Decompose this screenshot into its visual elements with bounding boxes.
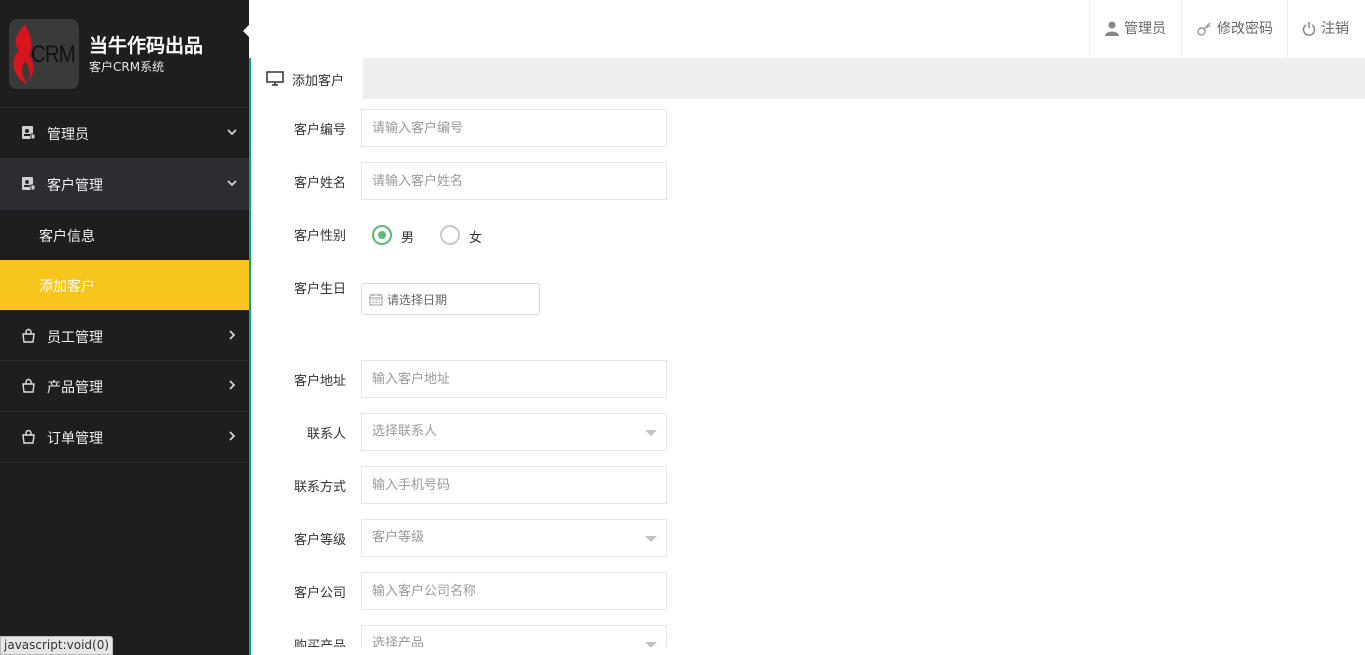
sidebar-item-label: 产品管理 — [47, 380, 103, 396]
field-label: 购买产品 — [293, 639, 346, 647]
user-icon — [1105, 21, 1119, 36]
form-row-level: 客户等级 客户等级 — [251, 519, 951, 557]
sidebar-item-label: 客户管理 — [47, 178, 103, 194]
form-row-gender: 客户性别 男 女 — [251, 215, 951, 253]
form-row-phone: 联系方式 — [251, 466, 951, 504]
sidebar-subitem-label: 客户信息 — [39, 229, 95, 245]
sidebar-item-label: 员工管理 — [47, 330, 103, 346]
chevron-down-icon — [227, 129, 237, 136]
customer-company-input[interactable] — [361, 572, 667, 610]
form-row-product: 购买产品 选择产品 — [251, 625, 951, 647]
admin-button[interactable]: 管理员 — [1089, 0, 1181, 58]
field-label: 联系人 — [306, 427, 346, 442]
caret-down-icon — [645, 430, 657, 436]
chevron-right-icon — [229, 330, 236, 340]
chevron-right-icon — [229, 380, 236, 390]
sidebar-item-orders[interactable]: 订单管理 — [0, 412, 249, 463]
power-icon — [1302, 22, 1316, 36]
sidebar-item-employees[interactable]: 员工管理 — [0, 310, 249, 361]
sidebar-subitem-label: 添加客户 — [39, 279, 95, 295]
monitor-icon — [266, 71, 284, 86]
customer-address-input[interactable] — [361, 360, 667, 398]
field-label: 客户公司 — [293, 586, 346, 601]
key-icon — [1197, 22, 1211, 36]
field-label: 客户生日 — [293, 282, 346, 297]
gender-option-label: 女 — [469, 231, 483, 246]
customer-name-input[interactable] — [361, 162, 667, 200]
form-row-address: 客户地址 — [251, 360, 951, 398]
logout-label: 注销 — [1321, 21, 1349, 37]
sidebar-subitem-customer-info[interactable]: 客户信息 — [0, 210, 249, 260]
sidebar: CRM 当牛作码出品 客户CRM系统 管理员 客户管理 客户信息 添加客户 员工… — [0, 0, 249, 655]
gender-radio-female[interactable] — [440, 225, 460, 245]
brand-header: CRM 当牛作码出品 客户CRM系统 — [0, 0, 249, 108]
sidebar-item-label: 订单管理 — [47, 431, 103, 447]
logo-text: CRM — [31, 41, 76, 68]
field-label: 联系方式 — [293, 480, 346, 495]
contact-select[interactable]: 选择联系人 — [361, 413, 667, 451]
field-label: 客户编号 — [293, 123, 346, 138]
form-row-birthday: 客户生日 请选择日期 — [251, 282, 951, 321]
field-label: 客户地址 — [293, 374, 346, 389]
form-row-code: 客户编号 — [251, 109, 951, 147]
tab-add-customer[interactable]: 添加客户 — [251, 58, 363, 99]
change-password-button[interactable]: 修改密码 — [1181, 0, 1287, 58]
sidebar-subitem-add-customer[interactable]: 添加客户 — [0, 260, 249, 310]
customer-code-input[interactable] — [361, 109, 667, 147]
tab-bar: 添加客户 — [251, 58, 1365, 99]
form-row-contact: 联系人 选择联系人 — [251, 413, 951, 451]
add-customer-form: 客户编号 客户姓名 客户性别 男 女 客户生日 请选择日期 客户地址 联系人 选… — [251, 99, 1365, 647]
basket-icon — [22, 328, 35, 343]
brand-title: 当牛作码出品 — [89, 35, 204, 57]
top-bar: 管理员 修改密码 注销 — [249, 0, 1365, 58]
change-password-label: 修改密码 — [1217, 21, 1273, 37]
logo: CRM — [9, 19, 79, 89]
form-row-company: 客户公司 — [251, 572, 951, 610]
basket-icon — [22, 429, 35, 444]
sidebar-item-label: 管理员 — [47, 127, 89, 143]
chevron-right-icon — [229, 431, 236, 441]
tab-label: 添加客户 — [292, 74, 345, 89]
basket-icon — [22, 378, 35, 393]
calendar-icon — [369, 293, 383, 306]
sidebar-item-admin[interactable]: 管理员 — [0, 108, 249, 159]
birthday-date-picker[interactable]: 请选择日期 — [361, 283, 540, 315]
caret-down-icon — [645, 536, 657, 542]
gender-radio-male[interactable] — [372, 225, 392, 245]
chevron-down-icon — [227, 180, 237, 187]
customer-level-select[interactable]: 客户等级 — [361, 519, 667, 557]
phone-input[interactable] — [361, 466, 667, 504]
brand-subtitle: 客户CRM系统 — [89, 60, 165, 74]
sidebar-item-customers[interactable]: 客户管理 — [0, 159, 249, 210]
admin-label: 管理员 — [1124, 21, 1166, 37]
field-label: 客户性别 — [293, 229, 346, 244]
gender-option-label: 男 — [401, 231, 415, 246]
form-row-name: 客户姓名 — [251, 162, 951, 200]
date-placeholder: 请选择日期 — [387, 293, 448, 307]
id-card-icon — [22, 177, 36, 191]
sidebar-item-products[interactable]: 产品管理 — [0, 361, 249, 412]
caret-down-icon — [645, 642, 657, 647]
product-select[interactable]: 选择产品 — [361, 625, 667, 647]
field-label: 客户姓名 — [293, 176, 346, 191]
status-bar-link-tip: javascript:void(0) — [0, 636, 114, 655]
field-label: 客户等级 — [293, 533, 346, 548]
logout-button[interactable]: 注销 — [1287, 0, 1365, 58]
id-card-icon — [22, 126, 36, 140]
